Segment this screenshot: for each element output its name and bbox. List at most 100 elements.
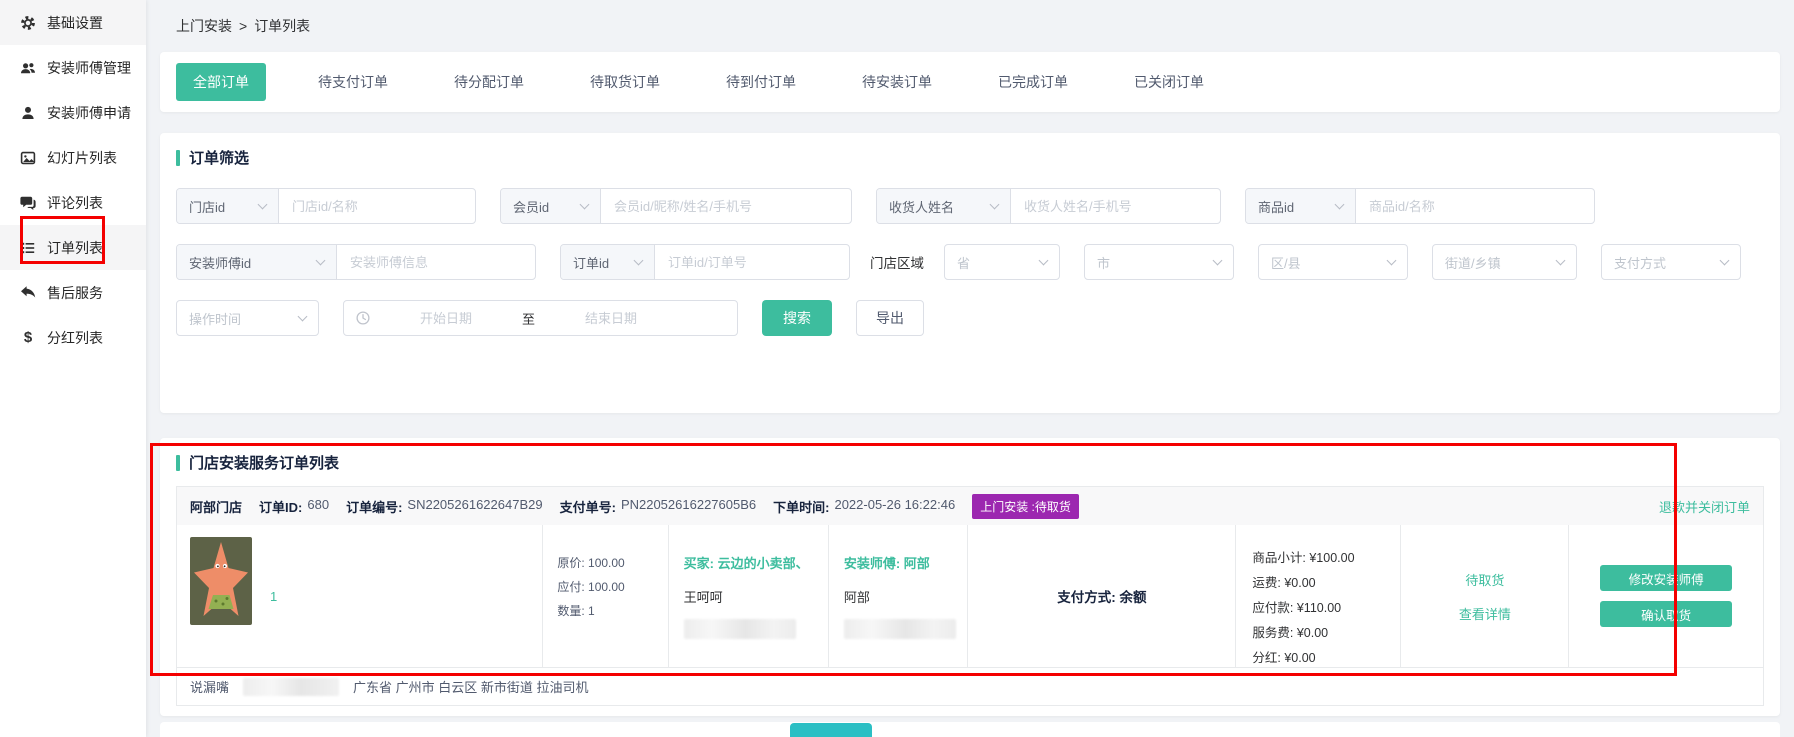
member-filter-group: 订单id会员id [500, 188, 852, 224]
order-search-input[interactable] [655, 245, 849, 279]
city-select[interactable]: 市 [1084, 244, 1234, 280]
dividend-line: 分红: ¥0.00 [1252, 646, 1396, 667]
after-sale-icon [20, 285, 36, 301]
users-icon [20, 60, 36, 76]
order-list-icon [20, 240, 36, 256]
order-list-title: 门店安装服务订单列表 [176, 452, 1764, 473]
tab-pending-pickup[interactable]: 待取货订单 [576, 63, 674, 101]
product-cell: 1 [177, 525, 543, 667]
pay-method-select[interactable]: 支付方式 [1601, 244, 1741, 280]
chevron-down-icon [316, 255, 326, 265]
buyer-cell: 买家: 云边的小卖部、 王呵呵 [669, 525, 829, 667]
buyer-title: 买家: 云边的小卖部、 [684, 553, 822, 572]
gear-icon [20, 15, 36, 31]
chevron-down-icon [298, 311, 308, 321]
sidebar-item-order-list[interactable]: 订单列表 [0, 225, 146, 270]
receiver-name: 说漏嘴 [190, 677, 229, 696]
product-search-input[interactable] [1356, 189, 1594, 223]
chevron-down-icon [258, 199, 268, 209]
order-id-filter-group: 订单id [560, 244, 850, 280]
sidebar-item-label: 分红列表 [47, 328, 103, 348]
chevron-down-icon [990, 199, 1000, 209]
sidebar-item-slides[interactable]: 幻灯片列表 [0, 135, 146, 180]
store-name: 阿部门店 [190, 497, 242, 516]
address-row: 说漏嘴 广东省 广州市 白云区 新市街道 拉油司机 [177, 667, 1763, 705]
region-label: 门店区域 [870, 252, 924, 272]
installer-id-select[interactable]: 安装师傅id [177, 245, 337, 279]
buyer-name: 王呵呵 [684, 587, 822, 606]
original-price: 原价: 100.00 [557, 551, 663, 575]
order-id-select[interactable]: 订单id [561, 245, 655, 279]
receiver-search-input[interactable] [1011, 189, 1220, 223]
breadcrumb-section[interactable]: 上门安装 [176, 16, 232, 36]
sidebar-item-label: 售后服务 [47, 283, 103, 303]
pending-pickup-status: 待取货 [1465, 570, 1504, 589]
pay-no-field: 支付单号:PN22052616227605B6 [560, 497, 757, 516]
modify-installer-button[interactable]: 修改安装师傅 [1600, 565, 1732, 591]
filter-panel: 订单筛选 门店id 订单id会员id 收货人姓名 商品id [160, 133, 1780, 413]
order-time-field: 下单时间:2022-05-26 16:22:46 [773, 497, 955, 516]
sidebar-item-installer-apply[interactable]: 安装师傅申请 [0, 90, 146, 135]
street-select[interactable]: 街道/乡镇 [1432, 244, 1577, 280]
member-id-select[interactable]: 订单id会员id [501, 189, 601, 223]
search-button[interactable]: 搜索 [762, 300, 832, 336]
order-status-tabs: 全部订单 待支付订单 待分配订单 待取货订单 待到付订单 待安装订单 已完成订单… [160, 52, 1780, 112]
sidebar-item-label: 订单列表 [47, 238, 103, 258]
quantity-line: 数量: 1 [557, 599, 663, 623]
cut-off-teal-button[interactable] [790, 723, 872, 737]
product-id-select[interactable]: 商品id [1246, 189, 1356, 223]
province-select[interactable]: 省 [944, 244, 1060, 280]
end-date-input[interactable] [541, 311, 681, 326]
chevron-down-icon [580, 199, 590, 209]
sidebar-item-after-sale[interactable]: 售后服务 [0, 270, 146, 315]
tab-completed[interactable]: 已完成订单 [984, 63, 1082, 101]
installer-search-input[interactable] [337, 245, 535, 279]
tab-pending-cod[interactable]: 待到付订单 [712, 63, 810, 101]
dividend-icon: $ [20, 329, 36, 346]
district-select[interactable]: 区/县 [1258, 244, 1408, 280]
chevron-down-icon [634, 255, 644, 265]
slides-icon [20, 150, 36, 166]
chevron-down-icon [1039, 255, 1049, 265]
sidebar-item-comments[interactable]: 评论列表 [0, 180, 146, 225]
sidebar-item-basic-settings[interactable]: 基础设置 [0, 0, 146, 45]
receiver-name-select[interactable]: 收货人姓名 [877, 189, 1011, 223]
main-content: 上门安装 > 订单列表 全部订单 待支付订单 待分配订单 待取货订单 待到付订单… [146, 0, 1794, 737]
receiver-filter-group: 收货人姓名 [876, 188, 1221, 224]
member-search-input[interactable] [601, 189, 851, 223]
start-date-input[interactable] [376, 311, 516, 326]
export-button[interactable]: 导出 [856, 300, 924, 336]
payable-line: 应付款: ¥110.00 [1252, 596, 1396, 621]
tab-pending-install[interactable]: 待安装订单 [848, 63, 946, 101]
sidebar-item-dividend[interactable]: $ 分红列表 [0, 315, 146, 360]
chevron-down-icon [1720, 255, 1730, 265]
operate-time-select[interactable]: 操作时间 [176, 300, 319, 336]
tab-pending-assignment[interactable]: 待分配订单 [440, 63, 538, 101]
breadcrumb: 上门安装 > 订单列表 [160, 0, 1780, 52]
shipping-line: 运费: ¥0.00 [1252, 571, 1396, 596]
payable-price: 应付: 100.00 [557, 575, 663, 599]
sidebar-item-label: 评论列表 [47, 193, 103, 213]
tab-all-orders[interactable]: 全部订单 [176, 63, 266, 101]
chevron-down-icon [1556, 255, 1566, 265]
sidebar-item-label: 安装师傅管理 [47, 58, 131, 78]
status-cell: 待取货 查看详情 [1401, 525, 1569, 667]
receiver-address: 广东省 广州市 白云区 新市街道 拉油司机 [353, 677, 588, 696]
refund-close-link[interactable]: 退款并关闭订单 [1659, 497, 1750, 516]
pay-method-text: 支付方式: 余额 [1057, 586, 1146, 606]
date-range-picker[interactable]: 至 [343, 300, 738, 336]
view-detail-link[interactable]: 查看详情 [1459, 604, 1511, 623]
pagination-strip [160, 722, 1780, 737]
service-fee-line: 服务费: ¥0.00 [1252, 621, 1396, 646]
store-id-select[interactable]: 门店id [177, 189, 279, 223]
order-list-panel: 门店安装服务订单列表 阿部门店 订单ID:680 订单编号:SN22052616… [160, 438, 1780, 716]
status-badge: 上门安装 :待取货 [972, 494, 1079, 519]
filter-row-2: 安装师傅id 订单id 门店区域 省 市 区/县 街道/乡镇 支付方式 [176, 244, 1764, 280]
order-detail-row: 1 原价: 100.00 应付: 100.00 数量: 1 买家: 云边的小卖部… [177, 525, 1763, 667]
confirm-pickup-button[interactable]: 确认取货 [1600, 601, 1732, 627]
tab-pending-payment[interactable]: 待支付订单 [304, 63, 402, 101]
tab-closed[interactable]: 已关闭订单 [1120, 63, 1218, 101]
store-search-input[interactable] [279, 189, 475, 223]
order-header-row: 阿部门店 订单ID:680 订单编号:SN2205261622647B29 支付… [177, 487, 1763, 525]
sidebar-item-installer-management[interactable]: 安装师傅管理 [0, 45, 146, 90]
